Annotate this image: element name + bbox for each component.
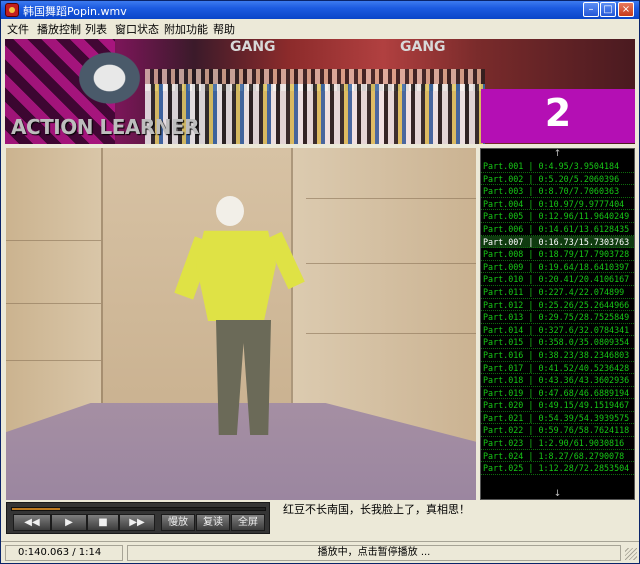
fast-forward-button[interactable]: ▶▶ [119, 514, 155, 531]
window-title: 韩国舞蹈Popin.wmv [23, 5, 127, 18]
part-list-item[interactable]: Part.018 | 0:43.36/43.3602936 [481, 374, 634, 387]
video-area[interactable] [6, 148, 476, 500]
part-list-item[interactable]: Part.024 | 1:8.27/68.2790078 [481, 450, 634, 463]
play-button[interactable]: ▶ [51, 514, 87, 531]
scroll-down-arrow-icon[interactable]: ↓ [481, 489, 634, 499]
minimize-button[interactable]: – [583, 2, 599, 17]
part-items: Part.001 | 0:4.95/3.9504184 Part.002 | 0:… [481, 160, 634, 475]
stop-button[interactable]: ■ [87, 514, 119, 531]
part-list-item[interactable]: Part.001 | 0:4.95/3.9504184 [481, 160, 634, 173]
app-icon[interactable] [5, 3, 19, 17]
part-list-item[interactable]: Part.005 | 0:12.96/11.9640249 [481, 210, 634, 223]
banner-image: GANG GANG ACTION LEARNER 2 [5, 39, 635, 144]
subtitle-text: 红豆不长南国，长我脸上了，真相思！ [283, 503, 470, 516]
wall-panel-line [306, 263, 476, 264]
part-list-item[interactable]: Part.020 | 0:49.15/49.1519467 [481, 399, 634, 412]
part-list-item[interactable]: Part.015 | 0:358.0/35.0809354 [481, 336, 634, 349]
part-list-item[interactable]: Part.009 | 0:19.64/18.6410397 [481, 261, 634, 274]
menu-file[interactable]: 文件 [7, 21, 29, 37]
resize-grip-icon[interactable] [625, 548, 637, 560]
maximize-button[interactable]: □ [600, 2, 616, 17]
repeat-button[interactable]: 复读 [196, 514, 230, 531]
menu-extra-functions[interactable]: 附加功能 [164, 21, 208, 37]
dancer-torso [196, 230, 276, 321]
banner-brand-text-2: GANG [400, 39, 446, 55]
part-list-item[interactable]: Part.002 | 0:5.20/5.2060396 [481, 173, 634, 186]
wall-panel-line [6, 240, 101, 241]
banner-logo: ACTION LEARNER [11, 115, 200, 139]
status-time: 0:140.063 / 1:14 [5, 545, 123, 561]
part-list-item[interactable]: Part.007 | 0:16.73/15.7303763 [481, 235, 634, 249]
part-list-item[interactable]: Part.008 | 0:18.79/17.7903728 [481, 248, 634, 261]
menu-playback-control[interactable]: 播放控制 [37, 21, 81, 37]
status-bar: 0:140.063 / 1:14 播放中，点击暂停播放 ... [1, 541, 639, 563]
menu-list[interactable]: 列表 [85, 21, 107, 37]
part-list-item[interactable]: Part.021 | 0:54.39/54.3939575 [481, 412, 634, 425]
wall-panel-line [306, 198, 476, 199]
part-list-item[interactable]: Part.025 | 1:12.28/72.2853504 [481, 462, 634, 475]
part-list-item[interactable]: Part.022 | 0:59.76/58.7624118 [481, 424, 634, 438]
part-list-item[interactable]: Part.010 | 0:20.41/20.4106167 [481, 273, 634, 286]
part-list-item[interactable]: Part.003 | 0:8.70/7.7060363 [481, 185, 634, 198]
part-list-item[interactable]: Part.004 | 0:10.97/9.9777404 [481, 198, 634, 211]
close-button[interactable]: × [618, 2, 634, 17]
slow-button[interactable]: 慢放 [161, 514, 195, 531]
playback-controls: ◀◀ ▶ ■ ▶▶ 慢放 复读 全屏 [6, 502, 270, 534]
status-message: 播放中，点击暂停播放 ... [127, 545, 621, 561]
dancer-head [216, 196, 244, 226]
fullscreen-button[interactable]: 全屏 [231, 514, 265, 531]
part-list-item[interactable]: Part.011 | 0:227.4/22.074899 [481, 286, 634, 299]
part-list-item[interactable]: Part.016 | 0:38.23/38.2346803 [481, 349, 634, 362]
seek-bar-fill [12, 508, 61, 510]
menu-bar: 文件 播放控制 列表 窗口状态 附加功能 帮助 [1, 19, 639, 37]
part-list[interactable]: ↑ Part.001 | 0:4.95/3.9504184 Part.002 | … [480, 148, 635, 500]
part-list-item[interactable]: Part.019 | 0:47.68/46.6889194 [481, 387, 634, 400]
title-bar[interactable]: 韩国舞蹈Popin.wmv – □ × [1, 1, 639, 19]
main-window: 韩国舞蹈Popin.wmv – □ × 文件 播放控制 列表 窗口状态 附加功能… [0, 0, 640, 564]
menu-window-state[interactable]: 窗口状态 [115, 21, 159, 37]
part-list-item[interactable]: Part.017 | 0:41.52/40.5236428 [481, 362, 634, 375]
part-list-item[interactable]: Part.023 | 1:2.90/61.9030816 [481, 437, 634, 450]
scroll-up-arrow-icon[interactable]: ↑ [481, 149, 634, 159]
menu-help[interactable]: 帮助 [213, 21, 235, 37]
part-list-item[interactable]: Part.014 | 0:327.6/32.0784341 [481, 324, 634, 337]
wall-panel-line [306, 333, 476, 334]
seek-bar[interactable] [11, 507, 266, 511]
wall-panel-line [6, 360, 101, 361]
banner-number-box: 2 [481, 89, 635, 143]
banner-number: 2 [544, 91, 572, 135]
part-list-item[interactable]: Part.006 | 0:14.61/13.6128435 [481, 223, 634, 236]
part-list-item[interactable]: Part.012 | 0:25.26/25.2644966 [481, 299, 634, 312]
part-list-item[interactable]: Part.013 | 0:29.75/28.7525849 [481, 311, 634, 324]
banner-brand-text: GANG [230, 39, 276, 55]
rewind-button[interactable]: ◀◀ [13, 514, 51, 531]
wall-panel-line [6, 303, 101, 304]
